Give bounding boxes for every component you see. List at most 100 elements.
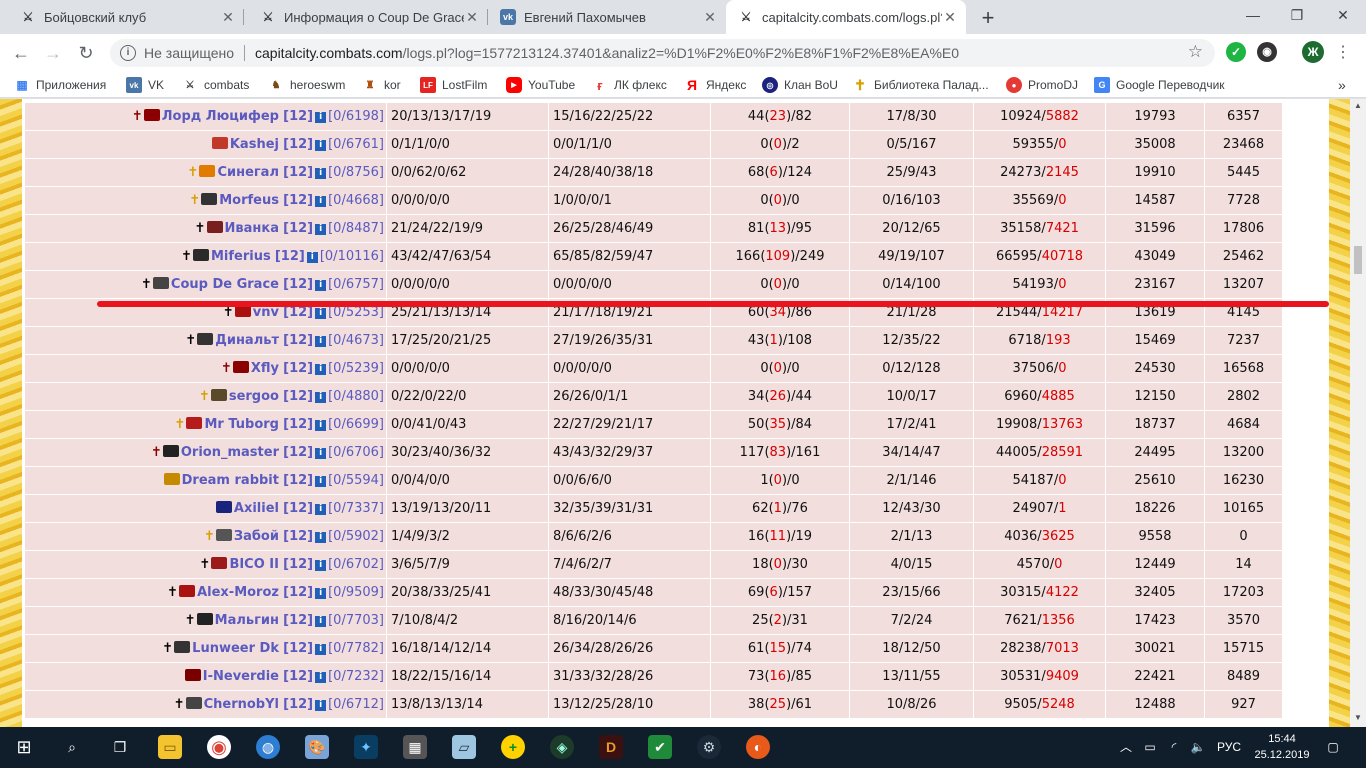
restore-button[interactable]: ❐ (1274, 0, 1320, 30)
info-icon[interactable]: i (120, 45, 136, 61)
notes-icon[interactable]: ▱ (452, 735, 476, 759)
url-host[interactable]: capitalcity.combats.com (255, 45, 403, 61)
minimize-button[interactable]: — (1230, 0, 1276, 30)
globe-app-icon[interactable]: ◍ (256, 735, 280, 759)
close-window-button[interactable]: ✕ (1320, 0, 1366, 30)
player-login-link[interactable]: Синегал (217, 165, 279, 180)
tab-3-active[interactable]: ⚔ capitalcity.combats.com/logs.pl?l ✕ (726, 0, 966, 34)
player-login-link[interactable]: I-Neverdie (203, 669, 279, 684)
security-label[interactable]: Не защищено (144, 45, 234, 61)
player-login-link[interactable]: Morfeus (219, 193, 279, 208)
info-icon[interactable]: i (315, 364, 327, 375)
player-login-link[interactable]: Alex-Moroz (197, 585, 279, 600)
file-explorer-icon[interactable]: ▭ (158, 735, 182, 759)
close-icon[interactable]: ✕ (464, 9, 480, 26)
player-login-link[interactable]: Динальт (215, 333, 279, 348)
system-clock[interactable]: 15:44 25.12.2019 (1254, 731, 1310, 763)
bookmark-lostfilm[interactable]: LF LostFilm (420, 76, 487, 94)
url-path[interactable]: /logs.pl?log=1577213124.37401&analiz2=%D… (403, 45, 959, 61)
player-login-link[interactable]: Miferius (211, 249, 271, 264)
volume-icon[interactable]: 🔈 (1188, 727, 1208, 768)
vertical-scrollbar[interactable]: ▲ ▼ (1350, 99, 1366, 727)
bookmark-youtube[interactable]: ▶ YouTube (506, 76, 575, 94)
bookmark-translate[interactable]: G Google Переводчик (1094, 76, 1225, 94)
info-icon[interactable]: i (315, 392, 327, 403)
bookmark-yandex[interactable]: Я Яндекс (684, 76, 746, 94)
player-login-link[interactable]: Mr Tuborg (204, 417, 279, 432)
menu-kebab-icon[interactable]: ⋮ (1330, 40, 1356, 66)
info-icon[interactable]: i (306, 252, 318, 263)
bookmark-star-icon[interactable]: ☆ (1188, 42, 1203, 62)
player-login-link[interactable]: Coup De Grace (171, 277, 279, 292)
info-icon[interactable]: i (315, 560, 327, 571)
info-icon[interactable]: i (315, 140, 327, 151)
plus-app-icon[interactable]: + (501, 735, 525, 759)
info-icon[interactable]: i (315, 532, 327, 543)
scroll-thumb[interactable] (1354, 246, 1362, 274)
tab-0[interactable]: ⚔ Бойцовский клуб ✕ (8, 0, 244, 34)
info-icon[interactable]: i (315, 504, 327, 515)
battlenet-icon[interactable]: ✦ (354, 735, 378, 759)
info-icon[interactable]: i (315, 588, 327, 599)
info-icon[interactable]: i (315, 448, 327, 459)
player-login-link[interactable]: vnv (253, 305, 279, 320)
close-icon[interactable]: ✕ (702, 9, 718, 26)
player-login-link[interactable]: Лорд Люцифер (162, 109, 279, 124)
search-icon[interactable]: ⌕ (60, 735, 84, 759)
bookmark-library[interactable]: ✝ Библиотека Палад... (852, 76, 988, 94)
address-bar[interactable]: i Не защищено capitalcity.combats.com/lo… (110, 39, 1215, 67)
scroll-down-arrow-icon[interactable]: ▼ (1350, 713, 1366, 722)
player-login-link[interactable]: Dream rabbit (182, 473, 279, 488)
close-icon[interactable]: ✕ (220, 9, 236, 26)
player-login-link[interactable]: Axiliel (234, 501, 279, 516)
player-login-link[interactable]: Мальгин (215, 613, 279, 628)
info-icon[interactable]: i (315, 280, 327, 291)
paint-icon[interactable]: 🎨 (305, 735, 329, 759)
close-icon[interactable]: ✕ (942, 9, 958, 26)
calculator-icon[interactable]: ▦ (403, 735, 427, 759)
player-login-link[interactable]: ChernobYl (204, 697, 279, 712)
diablo-icon[interactable]: D (599, 735, 623, 759)
tab-2[interactable]: vk Евгений Пахомычев ✕ (488, 0, 726, 34)
player-login-link[interactable]: Lunweer Dk (192, 641, 279, 656)
bookmark-flex[interactable]: ғ ЛК флекс (592, 76, 667, 94)
info-icon[interactable]: i (315, 700, 327, 711)
green-app-icon[interactable]: ✔ (648, 735, 672, 759)
wifi-icon[interactable]: ◜ (1164, 727, 1184, 768)
game-launcher-icon[interactable]: ◈ (550, 735, 574, 759)
bookmark-kor[interactable]: ♜ kor (362, 76, 401, 94)
info-icon[interactable]: i (315, 336, 327, 347)
bookmark-clan-bou[interactable]: ◎ Клан BoU (762, 76, 838, 94)
player-login-link[interactable]: BICO II (229, 557, 279, 572)
back-arrow-icon[interactable]: ← (8, 40, 34, 66)
info-icon[interactable]: i (315, 196, 327, 207)
notifications-icon[interactable]: ▢ (1318, 727, 1348, 768)
bookmark-promodj[interactable]: ● PromoDJ (1006, 76, 1078, 94)
bookmark-combats[interactable]: ⚔ combats (182, 76, 250, 94)
bookmark-heroeswm[interactable]: ♞ heroeswm (268, 76, 346, 94)
info-icon[interactable]: i (315, 112, 327, 123)
check-extension-icon[interactable]: ✓ (1226, 42, 1246, 62)
info-icon[interactable]: i (315, 644, 327, 655)
info-icon[interactable]: i (315, 224, 327, 235)
forward-arrow-icon[interactable]: → (40, 40, 66, 66)
mask-extension-icon[interactable]: ◉ (1257, 42, 1277, 62)
profile-avatar[interactable]: Ж (1302, 41, 1324, 63)
info-icon[interactable]: i (315, 476, 327, 487)
info-icon[interactable]: i (315, 616, 327, 627)
bookmark-apps[interactable]: ▦ Приложения (14, 76, 106, 94)
windows-start-icon[interactable]: ⊞ (12, 735, 36, 759)
player-login-link[interactable]: Иванка (225, 221, 279, 236)
player-login-link[interactable]: Kashej (230, 137, 279, 152)
info-icon[interactable]: i (315, 672, 327, 683)
player-login-link[interactable]: Забой (234, 529, 279, 544)
player-login-link[interactable]: Xfly (251, 361, 279, 376)
language-indicator[interactable]: РУС (1212, 727, 1246, 768)
bookmarks-overflow-icon[interactable]: » (1338, 76, 1346, 94)
chrome-icon[interactable]: ◉ (207, 735, 231, 759)
info-icon[interactable]: i (315, 168, 327, 179)
tray-chevron-icon[interactable]: ︿ (1116, 727, 1136, 768)
reload-icon[interactable]: ↻ (73, 40, 99, 66)
new-tab-button[interactable]: + (976, 5, 1000, 31)
tab-1[interactable]: ⚔ Информация о Coup De Grace ✕ (248, 0, 488, 34)
